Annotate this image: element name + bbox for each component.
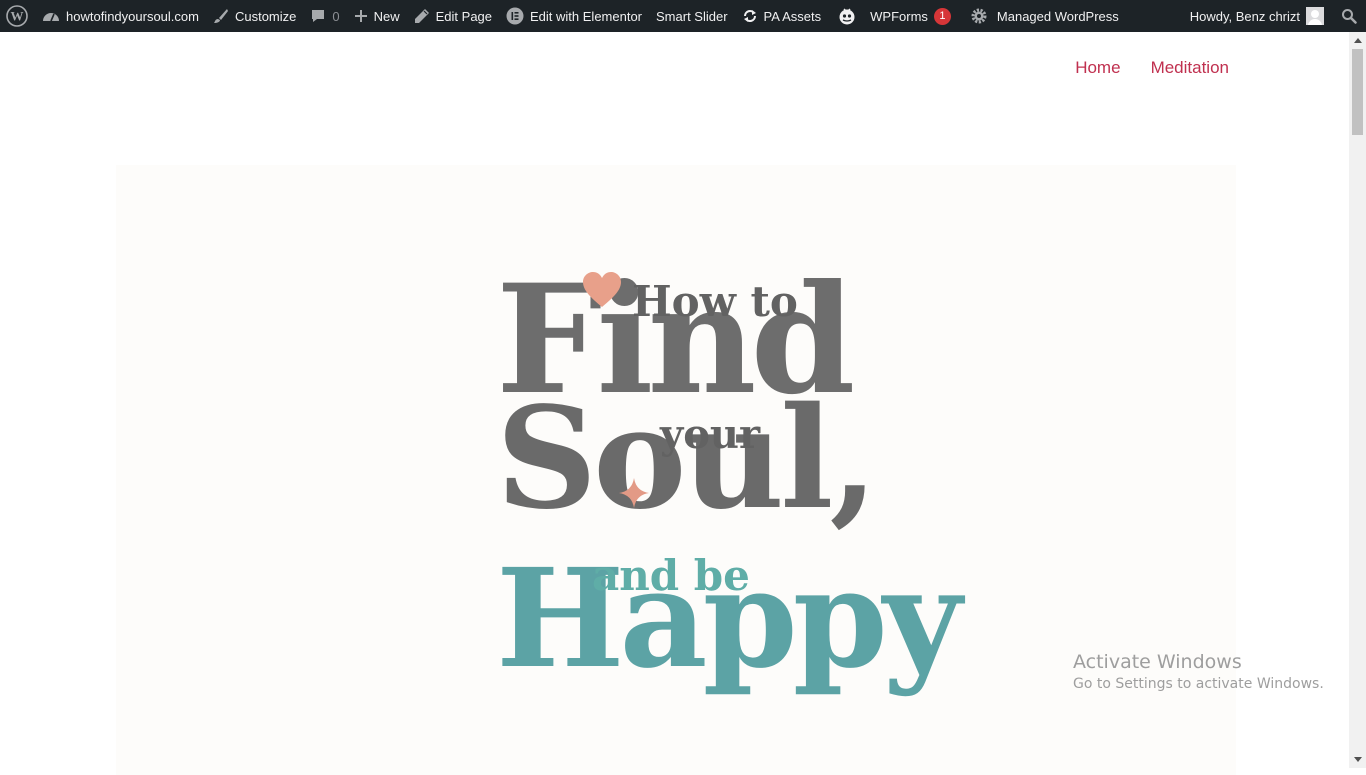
sparkle-icon bbox=[618, 477, 650, 512]
comment-icon bbox=[310, 8, 326, 24]
scroll-down-arrow-icon[interactable] bbox=[1349, 751, 1366, 768]
activate-windows-title: Activate Windows bbox=[1073, 651, 1242, 673]
plus-icon bbox=[354, 9, 368, 23]
activate-windows-subtitle: Go to Settings to activate Windows. bbox=[1073, 676, 1324, 692]
my-account-menu[interactable]: Howdy, Benz chrizt bbox=[1183, 0, 1331, 32]
site-name-label: howtofindyoursoul.com bbox=[66, 8, 199, 24]
pa-assets-link[interactable]: PA Assets bbox=[735, 0, 829, 32]
logo-text-and-be: and be bbox=[592, 551, 750, 600]
gear-icon bbox=[970, 7, 988, 25]
activate-windows-watermark: Activate Windows Go to Settings to activ… bbox=[1073, 651, 1324, 692]
edit-with-elementor-link[interactable]: Edit with Elementor bbox=[499, 0, 649, 32]
hero-section: Find How to Soul, your Happy and be bbox=[116, 165, 1236, 775]
comments-count: 0 bbox=[332, 8, 340, 24]
wpforms-menu[interactable]: WPForms 1 bbox=[828, 0, 958, 32]
new-content-menu[interactable]: New bbox=[347, 0, 407, 32]
edit-page-link[interactable]: Edit Page bbox=[407, 0, 499, 32]
admin-bar: W howtofindyoursoul.com Customize 0 New … bbox=[0, 0, 1366, 32]
logo-text-how-to: How to bbox=[632, 277, 798, 326]
wordpress-icon: W bbox=[6, 5, 28, 27]
nav-item-home[interactable]: Home bbox=[1075, 58, 1120, 78]
logo-text-soul: Soul, bbox=[496, 377, 878, 541]
wpforms-label: WPForms bbox=[870, 8, 928, 24]
dashboard-icon bbox=[42, 9, 60, 23]
howdy-label: Howdy, Benz chrizt bbox=[1189, 8, 1300, 24]
wordpress-menu[interactable]: W bbox=[0, 0, 35, 32]
search-button[interactable] bbox=[1331, 0, 1366, 32]
search-icon bbox=[1341, 8, 1357, 24]
smart-slider-label: Smart Slider bbox=[656, 8, 728, 24]
managed-wordpress-label: Managed WordPress bbox=[996, 8, 1119, 24]
nav-item-meditation[interactable]: Meditation bbox=[1151, 58, 1229, 78]
wpforms-notification-badge: 1 bbox=[933, 7, 951, 25]
page-content: Home Meditation Find How to Soul, your H… bbox=[0, 32, 1349, 775]
heart-icon bbox=[582, 271, 622, 312]
customize-link[interactable]: Customize bbox=[206, 0, 303, 32]
wpforms-icon bbox=[838, 7, 856, 25]
svg-text:W: W bbox=[11, 9, 24, 24]
managed-wordpress-link[interactable]: Managed WordPress bbox=[958, 0, 1126, 32]
smart-slider-link[interactable]: Smart Slider bbox=[649, 0, 735, 32]
brush-icon bbox=[213, 8, 229, 24]
pa-assets-label: PA Assets bbox=[763, 8, 822, 24]
site-logo: Find How to Soul, your Happy and be bbox=[496, 265, 962, 705]
new-label: New bbox=[373, 8, 400, 24]
comments-link[interactable]: 0 bbox=[303, 0, 346, 32]
pencil-icon bbox=[414, 8, 430, 24]
sync-icon bbox=[742, 8, 758, 24]
edit-elementor-label: Edit with Elementor bbox=[530, 8, 643, 24]
edit-page-label: Edit Page bbox=[435, 8, 493, 24]
page-scrollbar[interactable] bbox=[1349, 32, 1366, 768]
site-name-link[interactable]: howtofindyoursoul.com bbox=[35, 0, 206, 32]
elementor-icon bbox=[506, 7, 524, 25]
customize-label: Customize bbox=[234, 8, 297, 24]
scrollbar-thumb[interactable] bbox=[1352, 49, 1363, 135]
primary-nav: Home Meditation bbox=[1075, 58, 1229, 78]
logo-text-your: your bbox=[660, 411, 761, 458]
scroll-up-arrow-icon[interactable] bbox=[1349, 32, 1366, 49]
avatar bbox=[1306, 7, 1324, 25]
